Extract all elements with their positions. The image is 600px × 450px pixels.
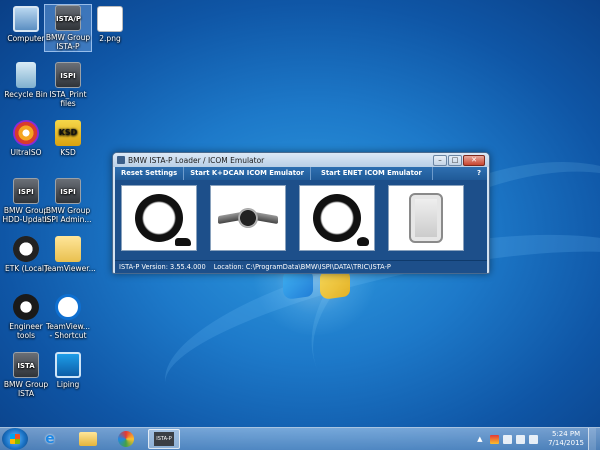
desktop-icon-label: TeamViewer... — [44, 264, 96, 273]
install-location: Location: C:\ProgramData\BMW\ISPI\DATA\T… — [213, 263, 391, 271]
desktop-icon-teamviewer-folder[interactable]: TeamViewer... — [44, 236, 96, 273]
ista-loader-window: BMW ISTA-P Loader / ICOM Emulator – □ ✕ … — [112, 152, 490, 274]
tile-icom-device[interactable] — [388, 185, 464, 251]
taskbar-explorer[interactable] — [72, 429, 104, 449]
desktop-icon-label: KSD — [60, 148, 76, 157]
desktop-icon-label: 2.png — [99, 34, 121, 43]
desktop-icon-ultraiso[interactable]: UltraISO — [2, 120, 50, 157]
icom-device-icon — [409, 193, 443, 243]
system-tray: ▲ 5:24 PM 7/14/2015 — [477, 427, 600, 450]
folder-icon — [79, 432, 97, 446]
desktop-icon-label: Computer — [7, 34, 45, 43]
window-title: BMW ISTA-P Loader / ICOM Emulator — [128, 155, 265, 165]
close-button[interactable]: ✕ — [463, 154, 485, 166]
desktop-icon-ista-p[interactable]: ISTA/P BMW Group ISTA-P — [44, 4, 92, 52]
windows-logo-icon — [10, 434, 20, 444]
desktop-icon-bmw-ista[interactable]: ISTA BMW Group ISTA — [2, 352, 50, 398]
bmw-app-icon: ISPI — [13, 178, 39, 204]
minimize-button[interactable]: – — [433, 154, 447, 166]
clock-date: 7/14/2015 — [548, 439, 584, 447]
desktop-icon-computer[interactable]: Computer — [2, 6, 50, 43]
taskbar-clock[interactable]: 5:24 PM 7/14/2015 — [548, 430, 584, 448]
desktop-icon-label: UltraISO — [10, 148, 42, 157]
desktop-icon-ksd[interactable]: KSD KSD — [44, 120, 92, 157]
clock-time: 5:24 PM — [551, 430, 581, 438]
desktop-icon-recycle-bin[interactable]: Recycle Bin — [2, 62, 50, 99]
image-file-icon — [97, 6, 123, 32]
launcher-panel — [115, 180, 487, 260]
desktop-icon-ispi-admin[interactable]: ISPI BMW Group ISPI Admin... — [44, 178, 92, 224]
recycle-bin-icon — [16, 62, 36, 88]
taskbar-internet-explorer[interactable]: e — [34, 429, 66, 449]
taskbar-paint[interactable] — [110, 429, 142, 449]
desktop-icon-liping[interactable]: Liping — [44, 352, 92, 389]
desktop-icon-label: Engineer tools — [9, 322, 43, 340]
bmw-roundel-icon — [313, 194, 361, 242]
bmw-app-icon: ISTA/P — [55, 5, 81, 31]
liping-icon — [55, 352, 81, 378]
desktop-icon-label: TeamView... - Shortcut — [45, 322, 91, 340]
desktop-icon-hdd-update[interactable]: ISPI BMW Group HDD-Update — [2, 178, 50, 224]
app-icon — [117, 156, 125, 164]
teamviewer-icon — [55, 294, 81, 320]
help-button[interactable]: ? — [477, 167, 481, 180]
ksd-icon: KSD — [55, 120, 81, 146]
bmw-app-icon: ISTA — [13, 352, 39, 378]
start-button[interactable] — [2, 428, 28, 450]
start-kdcan-emulator-button[interactable]: Start K+DCAN ICOM Emulator — [184, 167, 311, 180]
desktop-icon-ista-print[interactable]: ISPI ISTA_Print files — [44, 62, 92, 108]
desktop-icon-label: ISTA_Print files — [49, 90, 87, 108]
menubar: Reset Settings Start K+DCAN ICOM Emulato… — [115, 167, 487, 180]
desktop-icon-label: BMW Group ISTA-P — [45, 33, 91, 51]
desktop-icon-2-png[interactable]: 2.png — [86, 6, 134, 43]
window-titlebar[interactable]: BMW ISTA-P Loader / ICOM Emulator – □ ✕ — [113, 153, 489, 167]
taskbar: e ISTA-P ▲ 5:24 PM 7/14/2015 — [0, 427, 600, 450]
bmw-app-icon: ISPI — [55, 62, 81, 88]
desktop-icon-label: BMW Group ISTA — [3, 380, 49, 398]
desktop-icon-label: BMW Group HDD-Update — [2, 206, 50, 224]
desktop-icon-label: Recycle Bin — [4, 90, 48, 99]
show-desktop-button[interactable] — [588, 427, 596, 450]
reset-settings-button[interactable]: Reset Settings — [115, 167, 185, 180]
computer-icon — [13, 6, 39, 32]
disc-icon — [13, 120, 39, 146]
device-icon[interactable] — [503, 434, 513, 444]
maximize-button[interactable]: □ — [448, 154, 462, 166]
mini-logo-icon — [218, 207, 278, 229]
tile-bmw-car[interactable] — [121, 185, 197, 251]
start-enet-emulator-button[interactable]: Start ENET ICOM Emulator — [311, 167, 433, 180]
motorcycle-icon — [357, 237, 369, 246]
desktop-icon-label: ETK (Local) — [5, 264, 47, 273]
desktop-icon-teamviewer-shortcut[interactable]: TeamView... - Shortcut — [44, 294, 92, 340]
statusbar: ISTA-P Version: 3.55.4.000 Location: C:\… — [115, 260, 487, 273]
desktop-icon-engineer-tools[interactable]: Engineer tools — [2, 294, 50, 340]
action-center-flag-icon[interactable] — [490, 434, 500, 444]
internet-explorer-icon: e — [45, 431, 55, 447]
desktop-icon-etk[interactable]: ETK (Local) — [2, 236, 50, 273]
bmw-app-icon: ISPI — [55, 178, 81, 204]
show-hidden-icons-icon[interactable]: ▲ — [477, 435, 486, 444]
tile-mini[interactable] — [210, 185, 286, 251]
network-icon[interactable] — [516, 434, 526, 444]
ista-version: ISTA-P Version: 3.55.4.000 — [119, 263, 206, 271]
volume-icon[interactable] — [529, 434, 539, 444]
bmw-roundel-icon — [135, 194, 183, 242]
etk-icon — [13, 236, 39, 262]
paint-icon — [118, 431, 134, 447]
desktop-icon-label: BMW Group ISPI Admin... — [44, 206, 92, 224]
engineer-tools-icon — [13, 294, 39, 320]
tile-bmw-motorrad[interactable] — [299, 185, 375, 251]
ista-p-icon: ISTA-P — [154, 432, 174, 446]
desktop-icon-label: Liping — [56, 380, 80, 389]
car-icon — [175, 238, 191, 246]
folder-icon — [55, 236, 81, 262]
taskbar-ista-p[interactable]: ISTA-P — [148, 429, 180, 449]
